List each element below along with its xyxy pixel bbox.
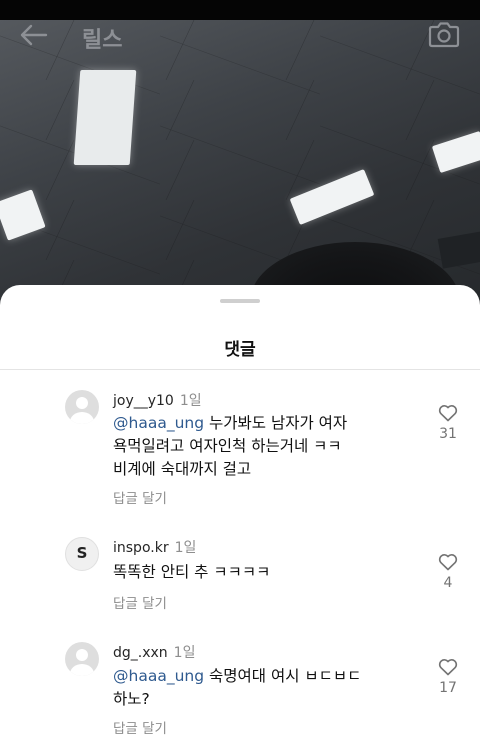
like-count: 17	[439, 680, 457, 696]
like-count: 31	[439, 426, 457, 442]
avatar-logo: S	[76, 544, 88, 562]
comment-line: @haaa_ung 누가봐도 남자가 여자	[113, 412, 403, 435]
comment-line: 비계에 숙대까지 걸고	[113, 460, 252, 478]
comment-text: 똑똑한 안티 추 ㅋㅋㅋㅋ	[113, 561, 403, 584]
comment-time: 1일	[173, 645, 196, 661]
comment-username[interactable]: inspo.kr	[113, 540, 169, 556]
ceiling-light	[73, 70, 137, 165]
top-navigation: 릴스	[0, 20, 480, 53]
avatar-head	[76, 649, 88, 661]
reel-video-background[interactable]	[0, 20, 480, 320]
reply-button[interactable]: 답글 달기	[113, 487, 167, 507]
avatar-body	[70, 412, 94, 424]
avatar[interactable]: S	[65, 537, 99, 571]
heart-icon[interactable]	[438, 404, 458, 422]
comment-username[interactable]: joy__y10	[113, 393, 174, 409]
comment-line-text: 누가봐도 남자가 여자	[204, 414, 348, 432]
status-bar	[0, 0, 480, 20]
comment-text: @haaa_ung 숙명여대 여시 ㅂㄷㅂㄷ 하노?	[113, 665, 403, 711]
avatar-body	[70, 664, 94, 676]
comments-sheet: 댓글 joy__y10 1일 @haaa_ung 누가봐도 남자가 여자 욕먹일려…	[0, 285, 480, 745]
comment-time: 1일	[174, 540, 197, 556]
comment-line: @haaa_ung 숙명여대 여시 ㅂㄷㅂㄷ	[113, 665, 403, 688]
divider	[0, 369, 480, 370]
sheet-drag-handle[interactable]	[220, 299, 260, 303]
arrow-left-icon[interactable]	[18, 22, 48, 48]
like-count: 4	[443, 575, 453, 591]
comment-username[interactable]: dg_.xxn	[113, 645, 168, 661]
avatar[interactable]	[65, 642, 99, 676]
page-title: 릴스	[82, 28, 123, 53]
comment-meta: joy__y10 1일	[113, 390, 202, 410]
like-control: 4	[430, 553, 466, 591]
comment-text: @haaa_ung 누가봐도 남자가 여자 욕먹일려고 여자인척 하는거네 ㅋㅋ…	[113, 412, 403, 481]
ceiling-vent	[437, 231, 480, 269]
avatar[interactable]	[65, 390, 99, 424]
comment-meta: dg_.xxn 1일	[113, 642, 195, 662]
like-control: 31	[430, 404, 466, 442]
like-control: 17	[430, 658, 466, 696]
reply-button[interactable]: 답글 달기	[113, 592, 167, 612]
mention-link[interactable]: @haaa_ung	[113, 414, 204, 432]
reply-button[interactable]: 답글 달기	[113, 717, 167, 737]
heart-icon[interactable]	[438, 553, 458, 571]
camera-icon[interactable]	[428, 20, 460, 48]
mention-link[interactable]: @haaa_ung	[113, 667, 204, 685]
heart-icon[interactable]	[438, 658, 458, 676]
comment-line: 욕먹일려고 여자인척 하는거네 ㅋㅋ	[113, 437, 342, 455]
comment-line-text: 숙명여대 여시 ㅂㄷㅂㄷ	[204, 667, 362, 685]
comment-line: 하노?	[113, 690, 150, 708]
comments-title: 댓글	[224, 340, 256, 360]
comment-meta: inspo.kr 1일	[113, 537, 196, 557]
comment-line: 똑똑한 안티 추 ㅋㅋㅋㅋ	[113, 563, 271, 581]
comment-time: 1일	[179, 393, 202, 409]
avatar-head	[76, 397, 88, 409]
